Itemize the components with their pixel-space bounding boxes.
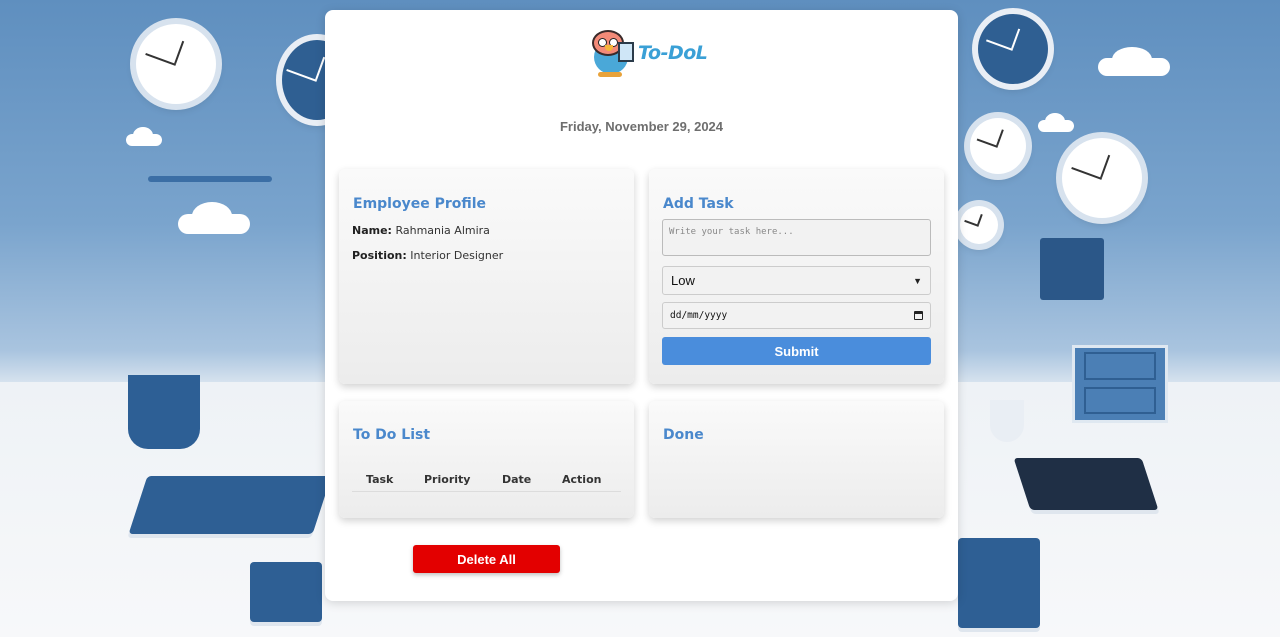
cloud-decoration (1098, 47, 1170, 76)
profile-position-row: Position: Interior Designer (352, 249, 503, 262)
submit-button[interactable]: Submit (662, 337, 931, 365)
done-panel: Done (649, 401, 944, 518)
clock-decoration (1062, 138, 1142, 218)
panel-title: Done (663, 427, 704, 443)
date-placeholder: dd/mm/yyyy (670, 310, 728, 321)
due-date-input[interactable]: dd/mm/yyyy (662, 302, 931, 329)
task-input[interactable] (662, 219, 931, 256)
todo-list-panel: To Do List Task Priority Date Action (339, 401, 634, 518)
cloud-decoration (126, 126, 162, 146)
column-header-task: Task (366, 473, 394, 486)
cabinet-decoration (1072, 345, 1168, 423)
current-date: Friday, November 29, 2024 (559, 119, 724, 134)
column-header-priority: Priority (424, 473, 471, 486)
priority-selected-value: Low (671, 273, 695, 288)
book-decoration (958, 538, 1040, 628)
calendar-icon[interactable] (914, 311, 923, 320)
book-decoration (250, 562, 322, 622)
logo-text: To-DoL (638, 42, 708, 64)
bird-mascot-icon (588, 28, 636, 78)
panel-title: Employee Profile (353, 196, 487, 212)
tablet-decoration (1013, 458, 1159, 510)
clock-decoration (960, 206, 998, 244)
panel-title: To Do List (353, 427, 431, 443)
add-task-panel: Add Task Low ▼ dd/mm/yyyy Submit (649, 169, 944, 384)
clock-decoration (136, 24, 216, 104)
delete-all-button[interactable]: Delete All (413, 545, 560, 573)
shelf-decoration (148, 176, 272, 182)
cloud-decoration (178, 202, 250, 234)
column-header-action: Action (562, 473, 602, 486)
column-header-date: Date (502, 473, 532, 486)
profile-name-row: Name: Rahmania Almira (352, 224, 490, 237)
position-label: Position: (352, 249, 407, 262)
main-card: To-DoL Friday, November 29, 2024 Employe… (325, 10, 958, 601)
plant-decoration (990, 400, 1024, 442)
clock-decoration (970, 118, 1026, 174)
plant-decoration (128, 375, 200, 449)
priority-select[interactable]: Low ▼ (662, 266, 931, 295)
employee-profile-panel: Employee Profile Name: Rahmania Almira P… (339, 169, 634, 384)
panel-title: Add Task (663, 196, 734, 212)
binder-decoration (1040, 238, 1104, 300)
cloud-decoration (1038, 112, 1074, 132)
todo-table-header: Task Priority Date Action (352, 464, 621, 492)
book-decoration (128, 476, 332, 534)
clock-decoration (978, 14, 1048, 84)
name-label: Name: (352, 224, 392, 237)
name-value: Rahmania Almira (395, 224, 490, 237)
app-logo: To-DoL (588, 27, 708, 79)
position-value: Interior Designer (410, 249, 504, 262)
chevron-down-icon: ▼ (913, 275, 922, 286)
